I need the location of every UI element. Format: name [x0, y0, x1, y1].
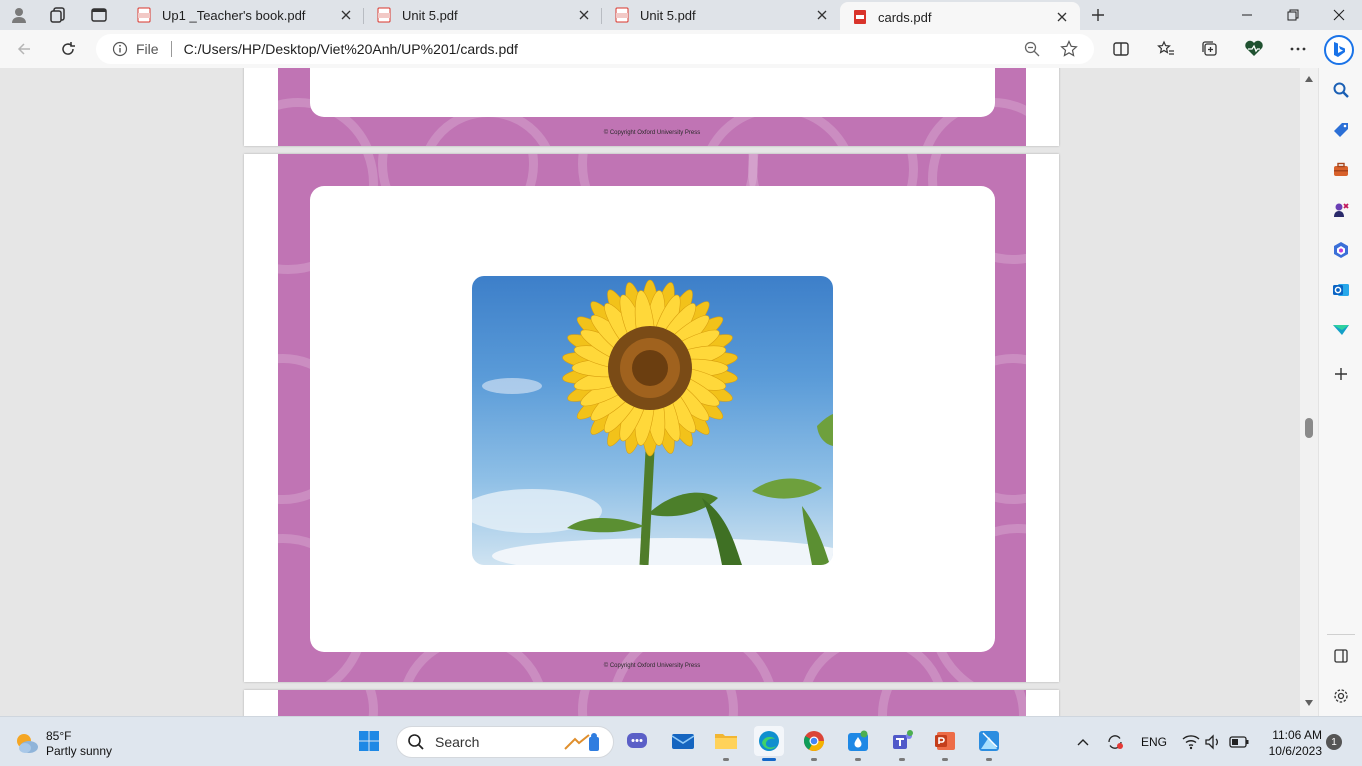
- favorites-icon[interactable]: [1152, 35, 1180, 63]
- taskbar-clock[interactable]: 11:06 AM 10/6/2023: [1258, 727, 1322, 759]
- tab-bar: Up1 _Teacher's book.pdf Unit 5.pdf Unit …: [0, 0, 1362, 32]
- drop-app-icon[interactable]: [843, 726, 873, 761]
- microsoft-365-icon[interactable]: [1329, 238, 1353, 262]
- zoom-icon[interactable]: [1024, 41, 1040, 62]
- minimize-button[interactable]: [1224, 0, 1270, 30]
- mail-icon[interactable]: [668, 726, 698, 756]
- card-frame: [278, 690, 1026, 716]
- windows-taskbar: 85°F Partly sunny Search ENG 11:06 AM 10…: [0, 716, 1362, 766]
- search-icon: [407, 733, 425, 751]
- close-window-button[interactable]: [1316, 0, 1362, 30]
- info-icon[interactable]: [112, 41, 128, 57]
- tab-label: Unit 5.pdf: [640, 7, 696, 23]
- clock-time: 11:06 AM: [1272, 728, 1322, 742]
- notification-badge[interactable]: 1: [1326, 734, 1342, 750]
- tab-cards[interactable]: cards.pdf: [840, 2, 1080, 32]
- pdf-file-icon: [852, 9, 868, 25]
- copilot-icon[interactable]: [1324, 35, 1354, 65]
- weather-temperature: 85°F: [46, 729, 72, 743]
- close-tab-icon[interactable]: [814, 7, 830, 23]
- weather-widget[interactable]: 85°F Partly sunny: [14, 727, 154, 759]
- card-frame: © Copyright Oxford University Press: [278, 154, 1026, 682]
- pdf-page: © Copyright Oxford University Press: [244, 154, 1059, 682]
- url-text[interactable]: C:/Users/HP/Desktop/Viet%20Anh/UP%201/ca…: [184, 41, 518, 57]
- chrome-icon[interactable]: [799, 726, 829, 761]
- pdf-file-icon: [614, 7, 630, 23]
- taskbar-search[interactable]: Search: [396, 726, 614, 758]
- shopping-tag-icon[interactable]: [1329, 118, 1353, 142]
- workspaces-icon[interactable]: [45, 3, 71, 27]
- tab-label: Unit 5.pdf: [402, 7, 458, 23]
- tab-teachers-book[interactable]: Up1 _Teacher's book.pdf: [124, 0, 364, 30]
- back-button[interactable]: [10, 35, 38, 63]
- scrollbar-thumb[interactable]: [1305, 418, 1313, 438]
- start-button[interactable]: [354, 726, 384, 756]
- profile-icon[interactable]: [6, 3, 32, 27]
- partly-sunny-icon: [14, 731, 40, 760]
- pdf-file-icon: [136, 7, 152, 23]
- pdf-page: [244, 690, 1059, 716]
- edge-browser-icon[interactable]: [754, 726, 784, 761]
- search-highlight-icon: [561, 731, 605, 758]
- pdf-file-icon: [376, 7, 392, 23]
- tab-unit5-b[interactable]: Unit 5.pdf: [602, 0, 840, 30]
- new-tab-button[interactable]: [1086, 3, 1110, 27]
- language-indicator[interactable]: ENG: [1140, 731, 1168, 753]
- restore-button[interactable]: [1270, 0, 1316, 30]
- weather-condition: Partly sunny: [46, 744, 113, 758]
- copyright-text: © Copyright Oxford University Press: [603, 663, 701, 669]
- pdf-viewer[interactable]: © Copyright Oxford University Press © Co…: [0, 68, 1318, 716]
- tab-unit5-a[interactable]: Unit 5.pdf: [364, 0, 602, 30]
- show-hidden-icons-chevron-icon[interactable]: [1072, 731, 1094, 753]
- vertical-scrollbar[interactable]: [1300, 68, 1318, 716]
- scroll-down-icon[interactable]: [1304, 698, 1314, 708]
- favorite-star-icon[interactable]: [1060, 40, 1078, 63]
- close-tab-icon[interactable]: [1054, 9, 1070, 25]
- pdf-page: © Copyright Oxford University Press: [244, 68, 1059, 146]
- add-sidebar-app-icon[interactable]: [1329, 362, 1353, 386]
- search-label: Search: [435, 734, 480, 750]
- sunflower-image: [472, 276, 833, 565]
- tools-briefcase-icon[interactable]: [1329, 158, 1353, 182]
- games-icon[interactable]: [1329, 198, 1353, 222]
- card-body: [310, 186, 995, 652]
- volume-icon[interactable]: [1202, 731, 1224, 753]
- refresh-button[interactable]: [54, 35, 82, 63]
- navigation-bar: File C:/Users/HP/Desktop/Viet%20Anh/UP%2…: [0, 30, 1362, 68]
- close-tab-icon[interactable]: [576, 7, 592, 23]
- search-icon[interactable]: [1329, 78, 1353, 102]
- collections-icon[interactable]: [1196, 35, 1224, 63]
- tab-actions-icon[interactable]: [86, 3, 112, 27]
- battery-icon[interactable]: [1228, 731, 1250, 753]
- card-frame: © Copyright Oxford University Press: [278, 68, 1026, 146]
- scheme-label: File: [136, 41, 159, 57]
- browser-essentials-icon[interactable]: [1240, 35, 1268, 63]
- wifi-icon[interactable]: [1180, 731, 1202, 753]
- clock-date: 10/6/2023: [1268, 744, 1322, 758]
- powerpoint-icon[interactable]: [930, 726, 960, 761]
- hide-sidebar-icon[interactable]: [1329, 644, 1353, 668]
- card-body: [310, 68, 995, 117]
- address-bar[interactable]: File C:/Users/HP/Desktop/Viet%20Anh/UP%2…: [96, 34, 1094, 64]
- copyright-text: © Copyright Oxford University Press: [603, 130, 701, 136]
- outlook-icon[interactable]: [1329, 278, 1353, 302]
- teams-chat-icon[interactable]: [622, 726, 652, 756]
- split-screen-icon[interactable]: [1107, 35, 1135, 63]
- drop-send-icon[interactable]: [1329, 318, 1353, 342]
- sidebar-settings-gear-icon[interactable]: [1329, 684, 1353, 708]
- scroll-up-icon[interactable]: [1304, 74, 1314, 84]
- file-explorer-icon[interactable]: [711, 726, 741, 761]
- photos-app-icon[interactable]: [974, 726, 1004, 761]
- close-tab-icon[interactable]: [338, 7, 354, 23]
- tab-label: cards.pdf: [878, 9, 932, 25]
- sync-icon[interactable]: [1104, 731, 1126, 753]
- edge-sidebar: [1318, 68, 1362, 716]
- more-options-icon[interactable]: [1284, 35, 1312, 63]
- teams-icon[interactable]: [887, 726, 917, 761]
- tab-label: Up1 _Teacher's book.pdf: [162, 7, 306, 23]
